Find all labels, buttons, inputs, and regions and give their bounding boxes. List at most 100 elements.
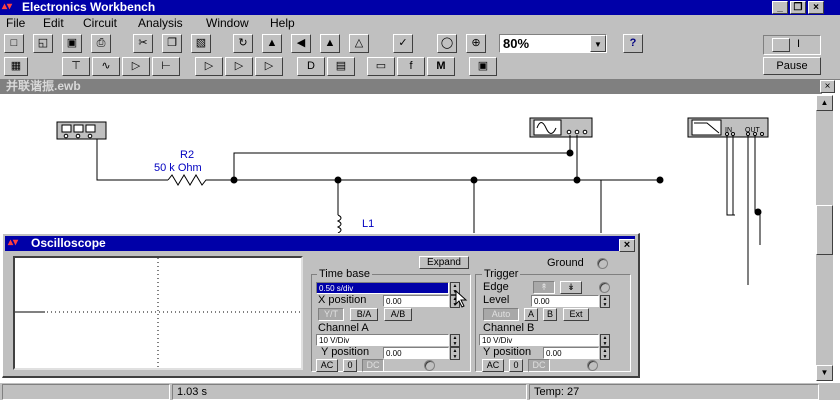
channel-b-ypos-input[interactable]: 0.00 <box>543 347 599 359</box>
expand-button[interactable]: Expand <box>419 256 469 269</box>
status-cell-empty <box>2 384 170 400</box>
menu-analysis[interactable]: Analysis <box>138 15 183 32</box>
channel-b-scale-select[interactable]: 10 V/Div <box>479 334 599 346</box>
channel-a-ypos-spinner[interactable]: ▲ ▼ <box>450 347 460 360</box>
logic-gates-bin-icon[interactable]: D <box>297 57 325 76</box>
ab-mode-button[interactable]: A/B <box>384 308 412 321</box>
menu-edit[interactable]: Edit <box>43 15 64 32</box>
scroll-up-icon[interactable]: ▲ <box>816 95 833 111</box>
trigger-terminal[interactable] <box>599 282 610 293</box>
ba-mode-button[interactable]: B/A <box>350 308 378 321</box>
help-button[interactable]: ? <box>623 34 643 53</box>
oscilloscope-close-icon[interactable]: × <box>619 239 635 252</box>
favorites-bin-icon[interactable]: ▦ <box>4 57 28 76</box>
zoom-in-icon[interactable]: ⊕ <box>466 34 486 53</box>
power-switch[interactable]: I <box>763 35 821 55</box>
restore-button[interactable]: ❐ <box>790 1 806 14</box>
terminal[interactable] <box>574 129 580 135</box>
instruments-bin-icon[interactable]: ▣ <box>469 57 497 76</box>
pause-button[interactable]: Pause <box>763 57 821 75</box>
channel-b-ypos-spinner[interactable]: ▲ ▼ <box>600 347 610 360</box>
channel-b-terminal[interactable] <box>587 360 598 371</box>
create-subcircuit-icon[interactable]: △ <box>349 34 369 53</box>
terminal[interactable] <box>63 133 69 139</box>
trigger-b-button[interactable]: B <box>543 308 557 321</box>
channel-a-terminal[interactable] <box>424 360 435 371</box>
trigger-label: Trigger <box>482 268 521 280</box>
terminal[interactable] <box>760 132 764 136</box>
scroll-down-icon[interactable]: ▼ <box>816 365 833 381</box>
cut-icon[interactable]: ✂ <box>133 34 153 53</box>
oscilloscope-logo-icon: ▴▾ <box>8 237 19 248</box>
ground-terminal[interactable] <box>597 258 608 269</box>
menu-help[interactable]: Help <box>270 15 295 32</box>
mixed-ics-bin-icon[interactable]: ▷ <box>225 57 253 76</box>
terminal[interactable] <box>566 129 572 135</box>
trigger-auto-button[interactable]: Auto <box>483 308 519 321</box>
open-folder-icon[interactable]: ◱ <box>33 34 53 53</box>
diodes-bin-icon[interactable]: ▷ <box>122 57 150 76</box>
channel-a-ypos-input[interactable]: 0.00 <box>383 347 449 359</box>
basic-bin-icon[interactable]: ∿ <box>92 57 120 76</box>
parts-toolbar: ▦ ⊤ ∿ ▷ ⊢ ▷ ▷ ▷ D ▤ ▭ f M ▣ <box>0 56 760 78</box>
graph-icon[interactable]: ✓ <box>393 34 413 53</box>
terminal[interactable] <box>87 133 93 139</box>
menu-window[interactable]: Window <box>206 15 249 32</box>
zoom-select[interactable]: 80% ▼ <box>499 34 607 53</box>
channel-a-scale-select[interactable]: 10 V/Div <box>316 334 449 346</box>
scrollbar-thumb[interactable] <box>816 205 833 255</box>
ground-label: Ground <box>547 257 584 269</box>
save-icon[interactable]: ▣ <box>62 34 82 53</box>
channel-a-scale-spinner[interactable]: ▲ ▼ <box>450 334 460 347</box>
channel-a-zero-button[interactable]: 0 <box>343 359 357 372</box>
zoom-out-icon[interactable]: ◯ <box>437 34 457 53</box>
menu-file[interactable]: File <box>6 15 25 32</box>
oscilloscope-window[interactable]: ▴▾ Oscilloscope × Expand Ground Time bas… <box>2 233 640 378</box>
rising-edge-icon[interactable]: ↟ <box>533 281 555 294</box>
channel-b-scale-spinner[interactable]: ▲ ▼ <box>600 334 610 347</box>
new-file-icon[interactable]: □ <box>4 34 24 53</box>
falling-edge-icon[interactable]: ↡ <box>560 281 582 294</box>
level-spinner[interactable]: ▲ ▼ <box>600 295 610 308</box>
edge-label: Edge <box>483 281 509 293</box>
vertical-scrollbar[interactable]: ▲ ▼ <box>816 95 833 381</box>
timebase-select[interactable]: 0.50 s/div <box>316 282 449 294</box>
trigger-ext-button[interactable]: Ext <box>563 308 589 321</box>
copy-icon[interactable]: ❐ <box>162 34 182 53</box>
component-properties-icon[interactable]: ▲ <box>320 34 340 53</box>
close-button[interactable]: × <box>808 1 824 14</box>
digital-ics-bin-icon[interactable]: ▷ <box>255 57 283 76</box>
channel-a-dc-button[interactable]: DC <box>362 359 384 372</box>
resistor-r2[interactable] <box>167 174 210 186</box>
inductor-l1[interactable] <box>336 214 342 234</box>
terminal[interactable] <box>75 133 81 139</box>
print-icon[interactable]: ⎙ <box>91 34 111 53</box>
menu-circuit[interactable]: Circuit <box>83 15 117 32</box>
yt-mode-button[interactable]: Y/T <box>318 308 344 321</box>
xpos-input[interactable]: 0.00 <box>383 295 449 307</box>
chevron-down-icon[interactable]: ▼ <box>590 35 606 52</box>
channel-b-dc-button[interactable]: DC <box>528 359 550 372</box>
flip-vertical-icon[interactable]: ◀ <box>291 34 311 53</box>
trigger-a-button[interactable]: A <box>524 308 538 321</box>
minimize-button[interactable]: _ <box>772 1 788 14</box>
document-close-icon[interactable]: × <box>820 80 835 93</box>
analog-ics-bin-icon[interactable]: ▷ <box>195 57 223 76</box>
app-title: Electronics Workbench <box>22 0 156 14</box>
digital-bin-icon[interactable]: ▤ <box>327 57 355 76</box>
miscellaneous-bin-icon[interactable]: M <box>427 57 455 76</box>
level-input[interactable]: 0.00 <box>531 295 599 307</box>
status-temp: Temp: 27 <box>529 384 819 400</box>
channel-b-zero-button[interactable]: 0 <box>509 359 523 372</box>
indicators-bin-icon[interactable]: ▭ <box>367 57 395 76</box>
timebase-label: Time base <box>317 268 372 280</box>
rotate-icon[interactable]: ↻ <box>233 34 253 53</box>
sources-bin-icon[interactable]: ⊤ <box>62 57 90 76</box>
flip-horizontal-icon[interactable]: ▲ <box>262 34 282 53</box>
channel-a-ac-button[interactable]: AC <box>316 359 338 372</box>
channel-b-ac-button[interactable]: AC <box>482 359 504 372</box>
transistors-bin-icon[interactable]: ⊢ <box>152 57 180 76</box>
controls-bin-icon[interactable]: f <box>397 57 425 76</box>
paste-icon[interactable]: ▧ <box>191 34 211 53</box>
terminal[interactable] <box>582 129 588 135</box>
